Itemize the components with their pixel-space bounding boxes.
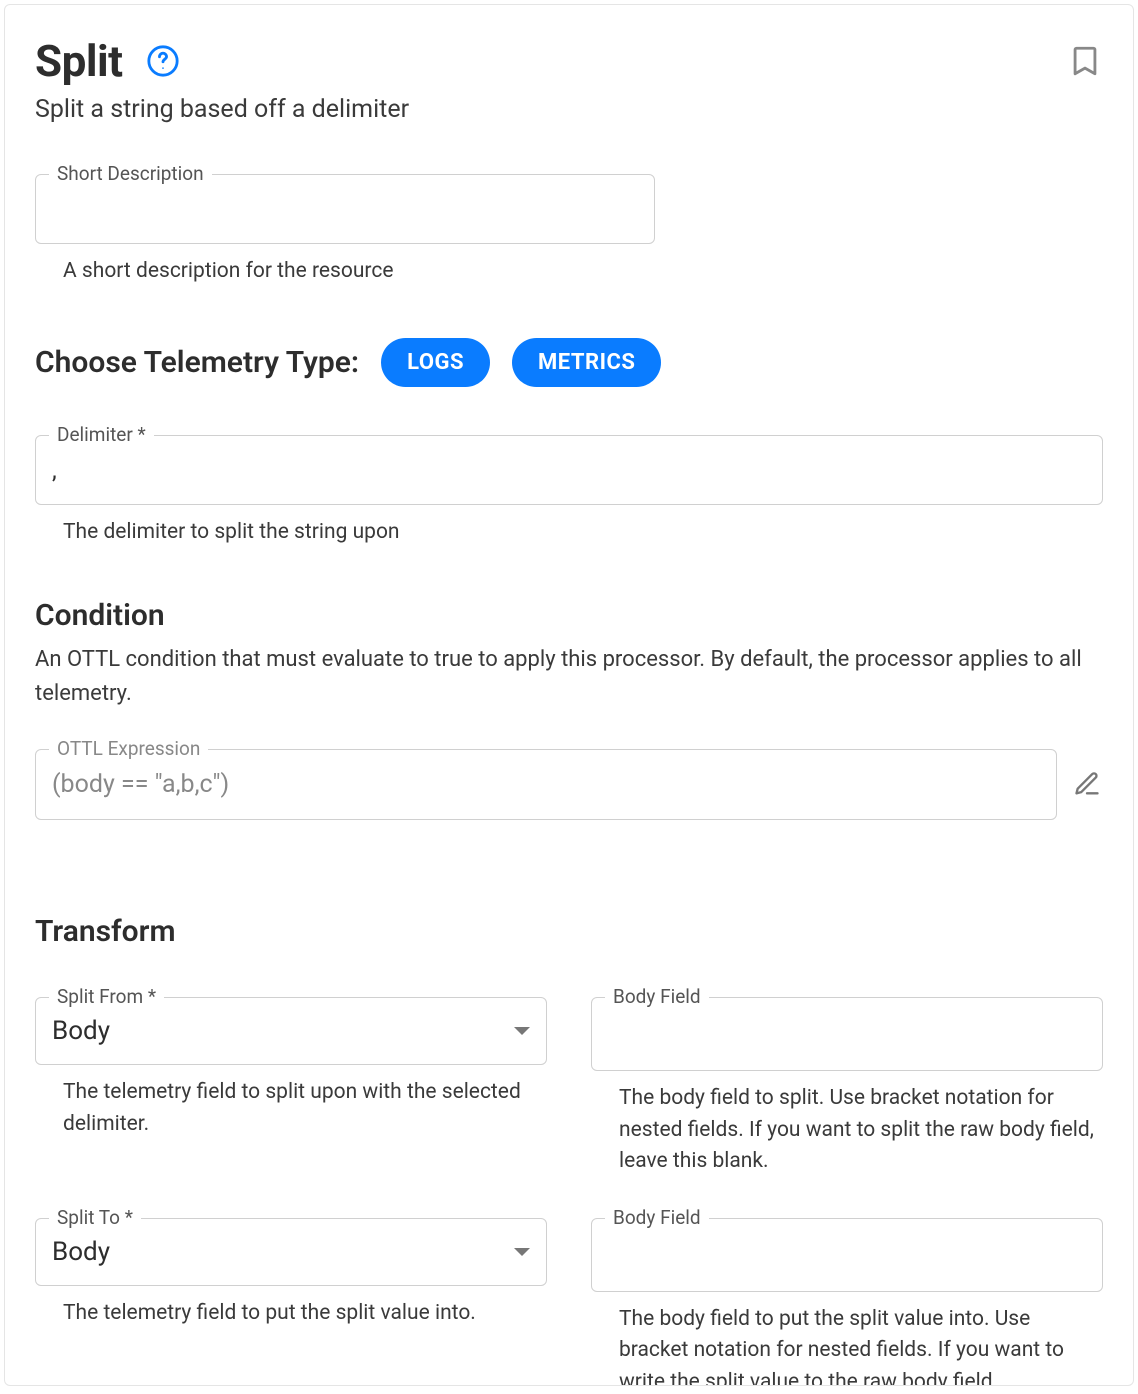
chip-metrics[interactable]: METRICS (512, 338, 661, 387)
bookmark-icon[interactable] (1067, 43, 1103, 79)
split-from-helper: The telemetry field to split upon with t… (63, 1077, 547, 1140)
body-field-to-field: Body Field (591, 1218, 1103, 1292)
split-to-field: Split To * Body (35, 1218, 547, 1286)
short-description-helper: A short description for the resource (63, 256, 1103, 288)
body-field-from-cell: Body Field The body field to split. Use … (591, 997, 1103, 1178)
split-to-cell: Split To * Body The telemetry field to p… (35, 1218, 547, 1386)
body-field-from-field: Body Field (591, 997, 1103, 1071)
body-field-from-input[interactable] (591, 997, 1103, 1071)
header-row: Split (35, 35, 1103, 87)
split-to-value: Body (52, 1237, 110, 1267)
transform-grid: Split From * Body The telemetry field to… (35, 997, 1103, 1386)
delimiter-helper: The delimiter to split the string upon (63, 517, 1103, 549)
edit-icon[interactable] (1073, 770, 1103, 800)
delimiter-field: Delimiter * (35, 435, 1103, 505)
split-to-label: Split To * (49, 1206, 141, 1229)
page-subtitle: Split a string based off a delimiter (35, 95, 1103, 124)
delimiter-label: Delimiter * (49, 423, 154, 446)
body-field-to-helper: The body field to put the split value in… (619, 1304, 1103, 1386)
transform-heading: Transform (35, 914, 1103, 949)
split-from-label: Split From * (49, 985, 164, 1008)
body-field-to-input[interactable] (591, 1218, 1103, 1292)
condition-description: An OTTL condition that must evaluate to … (35, 643, 1103, 711)
telemetry-heading: Choose Telemetry Type: (35, 345, 359, 380)
short-description-field: Short Description (35, 174, 1103, 244)
ottl-field: OTTL Expression (35, 749, 1057, 820)
condition-heading: Condition (35, 598, 1103, 633)
chevron-down-icon (514, 1248, 530, 1256)
body-field-from-helper: The body field to split. Use bracket not… (619, 1083, 1103, 1178)
body-field-from-label: Body Field (605, 985, 709, 1008)
body-field-to-cell: Body Field The body field to put the spl… (591, 1218, 1103, 1386)
chip-logs[interactable]: LOGS (381, 338, 490, 387)
config-card: Split Split a string based off a delimit… (4, 4, 1134, 1386)
ottl-row: OTTL Expression (35, 749, 1103, 820)
page-title: Split (35, 35, 123, 87)
title-group: Split (35, 35, 181, 87)
body-field-to-label: Body Field (605, 1206, 709, 1229)
split-from-cell: Split From * Body The telemetry field to… (35, 997, 547, 1178)
help-icon[interactable] (145, 43, 181, 79)
short-description-label: Short Description (49, 162, 212, 185)
split-to-helper: The telemetry field to put the split val… (63, 1298, 547, 1330)
split-from-value: Body (52, 1016, 110, 1046)
delimiter-input[interactable] (35, 435, 1103, 505)
ottl-label: OTTL Expression (49, 737, 208, 760)
chevron-down-icon (514, 1027, 530, 1035)
telemetry-row: Choose Telemetry Type: LOGS METRICS (35, 338, 1103, 387)
split-from-field: Split From * Body (35, 997, 547, 1065)
